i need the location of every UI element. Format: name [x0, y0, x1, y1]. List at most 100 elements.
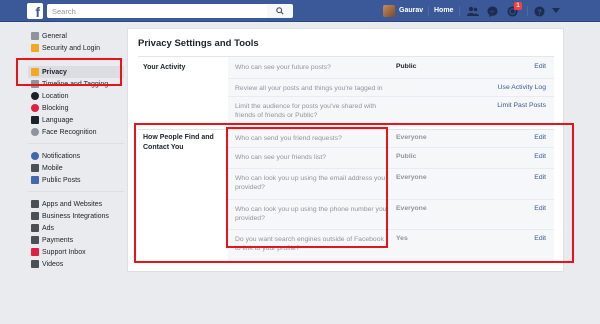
divider: [428, 6, 429, 16]
section-rows: Who can send you friend requests? Everyo…: [228, 130, 554, 261]
setting-value: Everyone: [396, 134, 427, 141]
sidebar-item-location[interactable]: Location: [28, 90, 124, 102]
face-recognition-icon: [31, 128, 39, 136]
setting-value: Yes: [396, 235, 408, 242]
setting-value: Public: [396, 153, 417, 160]
sidebar-group: Notifications Mobile Public Posts: [28, 150, 124, 186]
sidebar-divider: [28, 143, 124, 144]
setting-row: Review all your posts and things you're …: [228, 79, 554, 97]
sidebar-item-language[interactable]: Language: [28, 114, 124, 126]
sidebar-item-payments[interactable]: Payments: [28, 234, 124, 246]
sidebar-item-general[interactable]: General: [28, 30, 124, 42]
page-title: Privacy Settings and Tools: [138, 38, 259, 49]
section-label: How People Find and Contact You: [143, 134, 214, 151]
privacy-settings-panel: Privacy Settings and Tools Your Activity…: [127, 28, 564, 272]
timeline-icon: [31, 80, 39, 88]
location-icon: [31, 92, 39, 100]
edit-link[interactable]: Edit: [534, 63, 546, 70]
sidebar-item-business-integrations[interactable]: Business Integrations: [28, 210, 124, 222]
globe-icon: [31, 152, 39, 160]
business-icon: [31, 212, 39, 220]
sidebar-item-label: General: [42, 32, 67, 40]
payments-icon: [31, 236, 39, 244]
setting-question: Do you want search engines outside of Fa…: [235, 236, 384, 252]
sidebar-item-label: Blocking: [42, 104, 69, 112]
shield-icon: [31, 44, 39, 52]
edit-link[interactable]: Edit: [534, 134, 546, 141]
divider: [459, 6, 460, 16]
ads-icon: [31, 224, 39, 232]
facebook-logo[interactable]: f: [27, 3, 43, 19]
sidebar-item-notifications[interactable]: Notifications: [28, 150, 124, 162]
sidebar-item-blocking[interactable]: Blocking: [28, 102, 124, 114]
sidebar-item-timeline-and-tagging[interactable]: Timeline and Tagging: [28, 78, 124, 90]
setting-question: Who can look you up using the phone numb…: [235, 206, 387, 222]
setting-row: Who can see your future posts? Public Ed…: [228, 57, 554, 79]
help-icon[interactable]: ?: [533, 5, 545, 17]
sidebar-item-label: Timeline and Tagging: [42, 80, 109, 88]
home-link[interactable]: Home: [434, 7, 453, 14]
setting-question: Who can see your friends list?: [235, 154, 327, 161]
sidebar-item-label: Payments: [42, 236, 74, 244]
sidebar-item-label: Support Inbox: [42, 248, 86, 256]
setting-row: Who can look you up using the email addr…: [228, 169, 554, 200]
sidebar-item-label: Location: [42, 92, 69, 100]
search-icon: [276, 7, 284, 15]
sidebar-item-label: Notifications: [42, 152, 81, 160]
search-button[interactable]: [267, 4, 293, 18]
sidebar-item-face-recognition[interactable]: Face Recognition: [28, 126, 124, 138]
top-navigation-bar: f Gaurav Home 1 ?: [0, 0, 600, 22]
use-activity-log-link[interactable]: Use Activity Log: [498, 84, 546, 91]
limit-past-posts-link[interactable]: Limit Past Posts: [497, 102, 546, 109]
avatar[interactable]: [383, 5, 395, 17]
setting-question: Who can see your future posts?: [235, 64, 331, 71]
section-rows: Who can see your future posts? Public Ed…: [228, 57, 554, 127]
sidebar-item-videos[interactable]: Videos: [28, 258, 124, 270]
friend-requests-icon[interactable]: [467, 5, 479, 17]
account-menu-chevron-down-icon[interactable]: [550, 5, 562, 17]
sidebar-item-label: Public Posts: [42, 176, 81, 184]
section-find-and-contact: How People Find and Contact You Who can …: [138, 129, 554, 261]
setting-row: Do you want search engines outside of Fa…: [228, 230, 554, 261]
setting-row: Who can send you friend requests? Everyo…: [228, 130, 554, 148]
messages-icon[interactable]: [486, 5, 498, 17]
section-label: Your Activity: [143, 64, 186, 71]
svg-text:?: ?: [537, 7, 542, 16]
setting-value: Everyone: [396, 174, 427, 181]
sidebar-divider: [28, 191, 124, 192]
sidebar-item-privacy[interactable]: Privacy: [28, 66, 124, 78]
sidebar-item-security-and-login[interactable]: Security and Login: [28, 42, 124, 54]
edit-link[interactable]: Edit: [534, 235, 546, 242]
sidebar-item-label: Security and Login: [42, 44, 100, 52]
setting-row: Who can look you up using the phone numb…: [228, 200, 554, 230]
search-input[interactable]: [47, 4, 267, 18]
sidebar-item-apps-and-websites[interactable]: Apps and Websites: [28, 198, 124, 210]
sidebar-item-label: Language: [42, 116, 74, 124]
setting-value: Public: [396, 63, 417, 70]
sidebar-item-support-inbox[interactable]: Support Inbox: [28, 246, 124, 258]
sidebar-item-label: Privacy: [42, 68, 67, 76]
divider: [527, 6, 528, 16]
edit-link[interactable]: Edit: [534, 153, 546, 160]
setting-question: Limit the audience for posts you've shar…: [235, 103, 377, 119]
mobile-icon: [31, 164, 39, 172]
sidebar-item-mobile[interactable]: Mobile: [28, 162, 124, 174]
sidebar-item-ads[interactable]: Ads: [28, 222, 124, 234]
edit-link[interactable]: Edit: [534, 174, 546, 181]
setting-value: Everyone: [396, 205, 427, 212]
sidebar-item-label: Face Recognition: [42, 128, 97, 136]
sidebar-divider: [28, 59, 124, 60]
sidebar-item-label: Apps and Websites: [42, 200, 103, 208]
setting-question: Who can send you friend requests?: [235, 135, 342, 142]
setting-row: Limit the audience for posts you've shar…: [228, 97, 554, 127]
setting-row: Who can see your friends list? Public Ed…: [228, 148, 554, 169]
gear-icon: [31, 32, 39, 40]
language-icon: [31, 116, 39, 124]
sidebar-item-public-posts[interactable]: Public Posts: [28, 174, 124, 186]
edit-link[interactable]: Edit: [534, 205, 546, 212]
sidebar-group: Apps and Websites Business Integrations Ad…: [28, 198, 124, 270]
profile-link[interactable]: Gaurav: [399, 7, 423, 14]
sidebar-item-label: Business Integrations: [42, 212, 109, 220]
sidebar-item-label: Mobile: [42, 164, 63, 172]
blocking-icon: [31, 104, 39, 112]
